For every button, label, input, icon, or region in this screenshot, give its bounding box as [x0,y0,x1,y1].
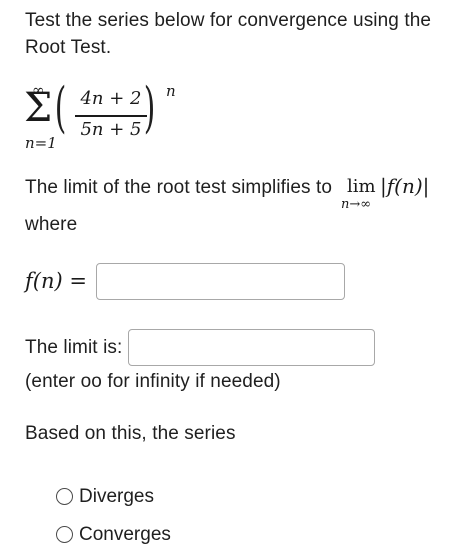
limit-subscript: n→∞ [341,197,372,212]
series-exponent: n [166,82,176,100]
limit-operator: lim [347,176,376,197]
where-text: where [25,214,78,235]
instruction-line-2: Root Test. [25,37,112,58]
limit-function: |f(n)| [380,174,430,198]
fraction-bar [75,115,147,117]
limit-answer-input[interactable] [128,329,375,366]
fraction-denominator: 5n + 5 [80,119,142,140]
summation-symbol: Σ [24,85,53,131]
left-parenthesis: ( [54,76,67,139]
conclusion-text: Based on this, the series [25,423,236,444]
option-label: Converges [79,523,171,545]
fn-answer-input[interactable] [96,263,345,300]
fn-label: f(n) = [25,269,87,293]
radio-button[interactable] [56,525,73,543]
option-converges[interactable]: Converges [56,522,171,546]
right-parenthesis: ) [143,76,156,139]
instruction-line-1: Test the series below for convergence us… [25,10,432,31]
fraction-numerator: 4n + 2 [80,88,142,109]
radio-button[interactable] [56,487,73,505]
option-label: Diverges [79,485,154,507]
limit-label: The limit is: [25,337,123,358]
option-diverges[interactable]: Diverges [56,484,154,508]
infinity-hint: (enter oo for infinity if needed) [25,371,281,392]
sum-lower-limit: n=1 [25,134,57,152]
limit-sentence: The limit of the root test simplifies to [25,177,333,198]
